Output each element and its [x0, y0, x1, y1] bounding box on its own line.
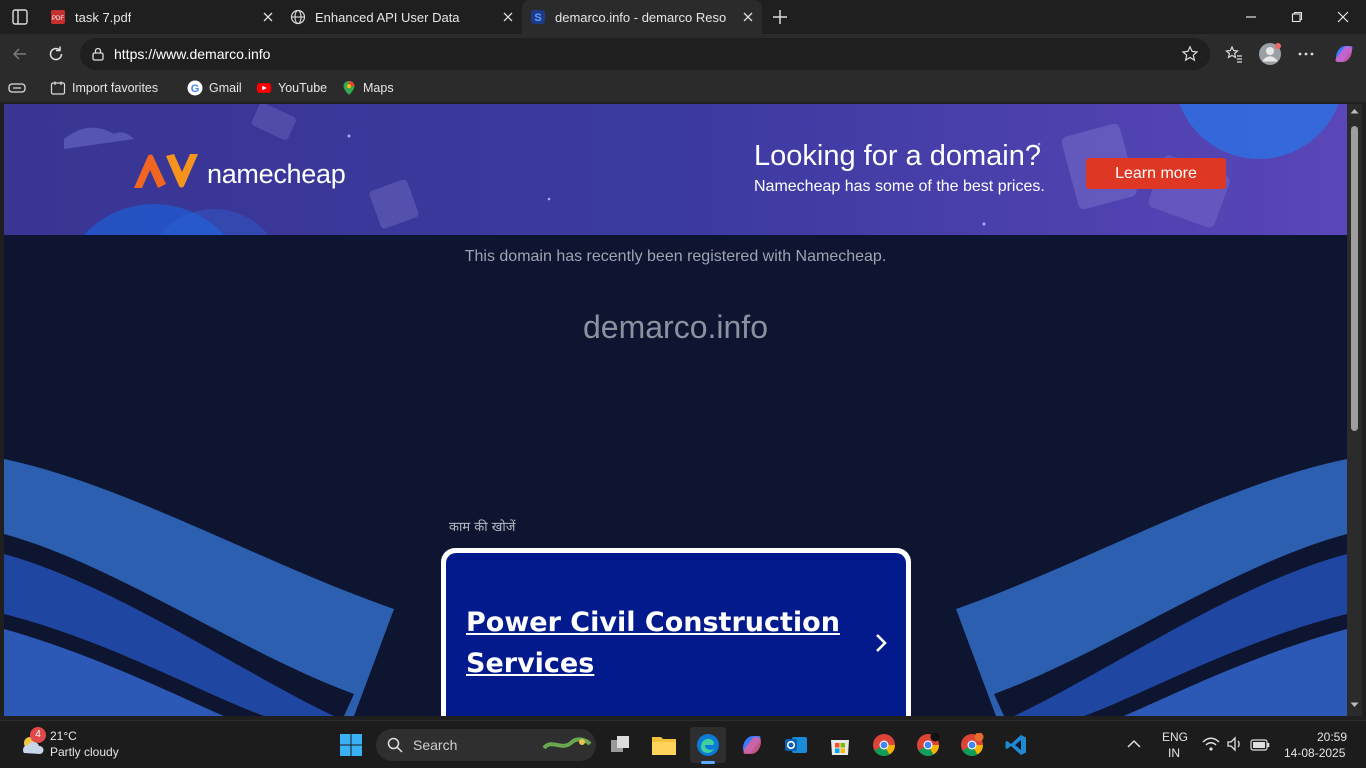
pdf-icon: PDF — [50, 9, 66, 25]
search-icon — [387, 737, 403, 753]
chrome-profile-2-icon[interactable] — [954, 727, 990, 763]
windows-logo-icon — [340, 734, 362, 756]
wifi-icon[interactable] — [1202, 736, 1220, 757]
favorites-button[interactable] — [1218, 38, 1250, 70]
back-button[interactable] — [4, 38, 36, 70]
namecheap-logo-icon — [134, 154, 198, 188]
scrollbar-thumb[interactable] — [1351, 126, 1358, 431]
chrome-profile-icon[interactable] — [910, 727, 946, 763]
import-icon — [50, 80, 66, 96]
vscode-icon[interactable] — [998, 727, 1034, 763]
banner-headline: Looking for a domain? — [754, 140, 1041, 172]
tab-task-pdf[interactable]: PDF task 7.pdf — [42, 2, 282, 32]
site-info-icon[interactable] — [90, 46, 106, 62]
outlook-icon[interactable] — [778, 727, 814, 763]
google-icon: G — [187, 80, 203, 96]
learn-more-button[interactable]: Learn more — [1086, 158, 1226, 189]
file-explorer-icon[interactable] — [646, 727, 682, 763]
task-view-icon[interactable] — [602, 727, 638, 763]
chrome-icon[interactable] — [866, 727, 902, 763]
bookmark-label: Maps — [363, 81, 394, 95]
bookmark-youtube[interactable]: YouTube — [256, 78, 327, 98]
clock-date[interactable]: 14-08-2025 — [1284, 746, 1345, 760]
taskbar-search[interactable]: Search — [376, 729, 596, 761]
banner-subtext: Namecheap has some of the best prices. — [754, 178, 1045, 195]
new-tab-icon[interactable] — [770, 7, 790, 27]
bookmark-label: Import favorites — [72, 81, 159, 95]
tab-actions-icon[interactable] — [10, 7, 30, 27]
namecheap-banner[interactable]: namecheap Looking for a domain? Namechea… — [4, 104, 1347, 235]
profile-avatar[interactable] — [1254, 38, 1286, 70]
more-menu-icon[interactable] — [1290, 38, 1322, 70]
svg-text:G: G — [191, 83, 200, 95]
copilot-taskbar-icon[interactable] — [734, 727, 770, 763]
close-icon[interactable] — [740, 9, 756, 25]
youtube-icon — [256, 80, 272, 96]
bookmark-label: YouTube — [278, 81, 328, 95]
page-viewport: namecheap Looking for a domain? Namechea… — [4, 104, 1347, 716]
maps-pin-icon — [341, 80, 357, 96]
close-icon[interactable] — [500, 9, 516, 25]
chevron-right-icon[interactable] — [870, 630, 892, 656]
tab-demarco[interactable]: S demarco.info - demarco Resource — [522, 0, 762, 34]
weather-condition: Partly cloudy — [50, 745, 119, 759]
page-scrollbar[interactable] — [1347, 104, 1362, 716]
scroll-down-icon[interactable] — [1350, 702, 1359, 708]
weather-badge: 4 — [30, 727, 46, 743]
card-link-power-civil[interactable]: Power Civil Construction Services — [466, 602, 846, 684]
weather-temp: 21°C — [50, 729, 77, 743]
site-icon: S — [530, 9, 546, 25]
bookmark-import-favorites[interactable]: Import favorites — [50, 78, 158, 98]
registered-notice: This domain has recently been registered… — [464, 248, 887, 265]
namecheap-wordmark: namecheap — [207, 159, 346, 189]
search-label: Search — [413, 737, 458, 753]
globe-icon — [290, 9, 306, 25]
scroll-up-icon[interactable] — [1350, 108, 1359, 114]
edge-taskbar-icon[interactable] — [690, 727, 726, 764]
svg-text:PDF: PDF — [52, 16, 64, 22]
language-line1[interactable]: ENG — [1162, 730, 1188, 744]
windows-taskbar: 4 21°C Partly cloudy Search ENG IN 20:59… — [0, 720, 1366, 768]
browser-toolbar: https://www.demarco.info — [0, 34, 1366, 74]
clock-time[interactable]: 20:59 — [1317, 730, 1347, 744]
show-hidden-icons-icon[interactable] — [1126, 737, 1142, 755]
close-window-button[interactable] — [1320, 0, 1366, 34]
search-section-label: काम की खोजें — [449, 520, 516, 535]
bookmark-gmail[interactable]: G Gmail — [187, 78, 242, 98]
url-text: https://www.demarco.info — [114, 46, 271, 62]
restore-button[interactable] — [1274, 0, 1320, 34]
minimize-button[interactable] — [1228, 0, 1274, 34]
start-button[interactable] — [333, 727, 369, 763]
bookmark-maps[interactable]: Maps — [341, 78, 394, 98]
address-bar[interactable]: https://www.demarco.info — [80, 38, 1210, 70]
tab-strip: PDF task 7.pdf Enhanced API User Data S … — [0, 0, 1366, 34]
bookmark-label: Gmail — [209, 81, 242, 95]
language-line2[interactable]: IN — [1168, 746, 1180, 760]
search-highlight-icon — [542, 737, 592, 750]
volume-icon[interactable] — [1226, 736, 1244, 757]
svg-text:S: S — [534, 12, 541, 24]
weather-icon[interactable]: 4 — [16, 727, 48, 761]
refresh-button[interactable] — [40, 38, 72, 70]
tab-title: Enhanced API User Data — [315, 9, 460, 25]
close-icon[interactable] — [260, 9, 276, 25]
favorites-bar: Import favorites G Gmail YouTube Maps — [0, 74, 1366, 102]
active-indicator — [701, 761, 715, 764]
copilot-icon[interactable] — [1328, 38, 1360, 70]
store-icon[interactable] — [822, 727, 858, 763]
domain-name-heading: demarco.info — [583, 309, 768, 345]
tab-enhanced-api[interactable]: Enhanced API User Data — [282, 2, 522, 32]
battery-icon[interactable] — [1250, 738, 1270, 756]
tab-title: task 7.pdf — [75, 9, 132, 25]
reading-view-icon[interactable] — [8, 78, 26, 98]
tab-title: demarco.info - demarco Resource — [555, 9, 727, 25]
favorite-star-icon[interactable] — [1181, 45, 1199, 63]
